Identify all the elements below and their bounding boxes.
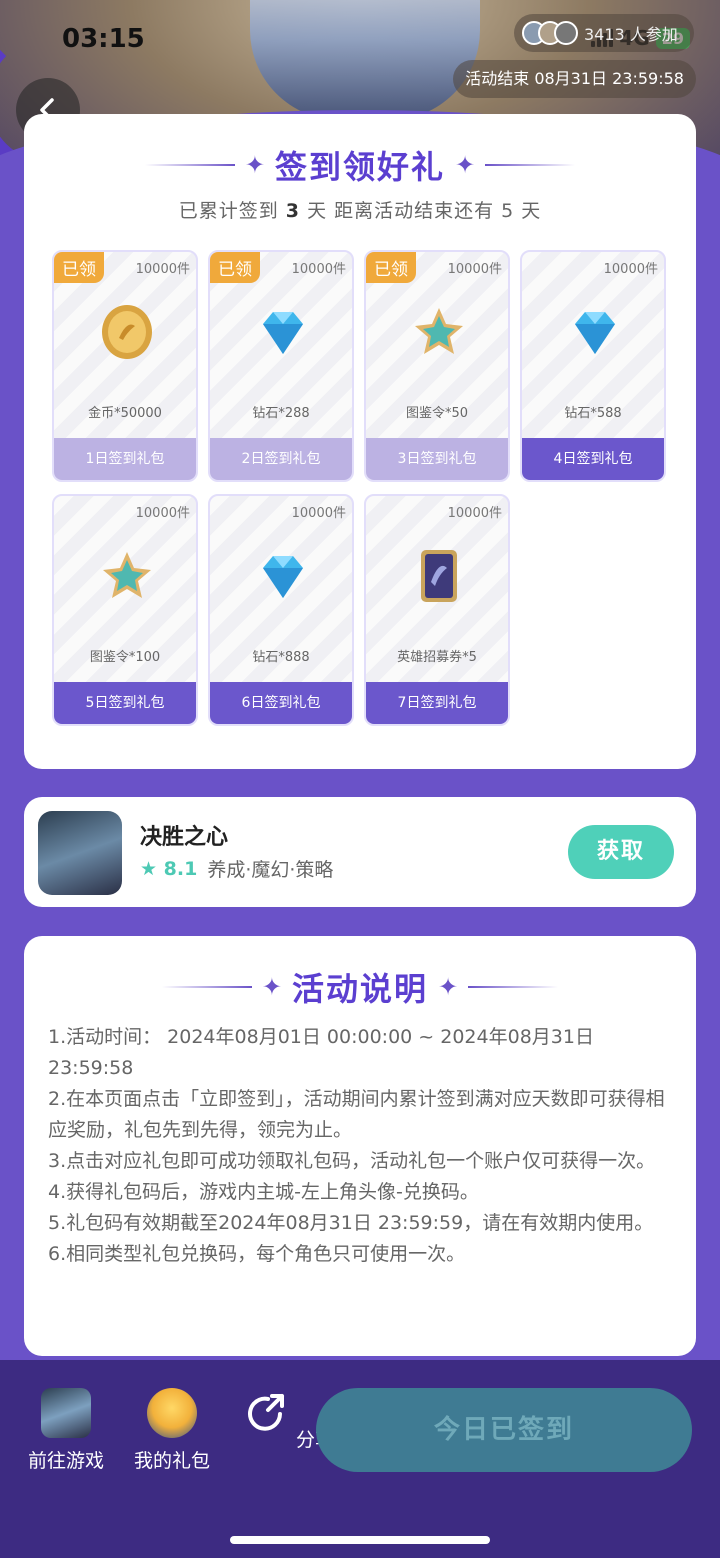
gift-day-4[interactable]: 10000件 钻石*588 4日签到礼包 (520, 250, 666, 482)
gift-label: 1日签到礼包 (54, 438, 196, 480)
gift-label: 6日签到礼包 (210, 682, 352, 724)
gift-quantity: 10000件 (603, 262, 658, 277)
activity-end-badge: 活动结束 08月31日 23:59:58 (453, 60, 696, 98)
rule-item: 3.点击对应礼包即可成功领取礼包码，活动礼包一个账户仅可获得一次。 (48, 1150, 656, 1172)
rules-list: 1.活动时间： 2024年08月01日 00:00:00 ~ 2024年08月3… (48, 1022, 672, 1270)
gift-name: 图鉴令*50 (405, 406, 469, 421)
gold-coin-icon (102, 305, 152, 359)
game-avatar-icon (41, 1388, 91, 1438)
divider (468, 986, 559, 988)
signin-title-row: ✦ 签到领好礼 ✦ (24, 142, 696, 188)
hero-ticket-icon (421, 550, 457, 602)
signin-progress-prefix: 已累计签到 (178, 200, 279, 222)
gift-name: 钻石*888 (252, 650, 310, 665)
rule-item: 1.活动时间： 2024年08月01日 00:00:00 ~ 2024年08月3… (48, 1026, 594, 1079)
avatar (554, 21, 578, 45)
diamond-icon (575, 312, 615, 354)
signin-days-count: 3 (285, 200, 301, 222)
rule-item: 6.相同类型礼包兑换码，每个角色只可使用一次。 (48, 1243, 466, 1265)
rule-item: 4.获得礼包码后，游戏内主城-左上角头像-兑换码。 (48, 1181, 479, 1203)
checked-in-button[interactable]: 今日已签到 (316, 1388, 692, 1472)
gift-name: 钻石*288 (252, 406, 310, 421)
hero-artwork (250, 0, 480, 120)
gift-quantity: 10000件 (447, 506, 502, 521)
home-indicator (230, 1536, 490, 1544)
gift-day-2[interactable]: 已领 10000件 钻石*288 2日签到礼包 (208, 250, 354, 482)
get-game-button[interactable]: 获取 (568, 825, 674, 879)
gift-label: 4日签到礼包 (522, 438, 664, 480)
gift-avatar-icon (147, 1388, 197, 1438)
rule-item: 5.礼包码有效期截至2024年08月31日 23:59:59，请在有效期内使用。 (48, 1212, 654, 1234)
gift-day-7[interactable]: 10000件 英雄招募券*5 7日签到礼包 (364, 494, 510, 726)
sparkle-icon: ✦ (455, 151, 476, 179)
my-gifts-label: 我的礼包 (134, 1450, 211, 1472)
status-time: 03:15 (62, 24, 145, 54)
participants-count: 3413 人参加 (584, 25, 678, 44)
gift-label: 5日签到礼包 (54, 682, 196, 724)
share-icon (248, 1394, 284, 1431)
sparkle-icon: ✦ (244, 151, 265, 179)
sparkle-icon: ✦ (438, 973, 459, 1001)
go-game-label: 前往游戏 (28, 1450, 105, 1472)
gift-quantity: 10000件 (447, 262, 502, 277)
rules-title-row: ✦ 活动说明 ✦ (24, 964, 696, 1010)
gift-day-6[interactable]: 10000件 钻石*888 6日签到礼包 (208, 494, 354, 726)
codex-token-icon (103, 552, 151, 598)
diamond-icon (263, 312, 303, 354)
signin-card: ✦ 签到领好礼 ✦ 已累计签到 3 天 距离活动结束还有 5 天 已领 1000… (24, 114, 696, 769)
gift-name: 金币*50000 (88, 406, 162, 421)
game-rating-value: 8.1 (163, 857, 198, 880)
game-app-icon[interactable] (38, 811, 122, 895)
rule-item: 2.在本页面点击「立即签到」，活动期间内累计签到满对应天数即可获得相应奖励，礼包… (48, 1088, 665, 1141)
gift-label: 2日签到礼包 (210, 438, 352, 480)
go-game-button[interactable]: 前往游戏 (28, 1388, 104, 1473)
sparkle-icon: ✦ (261, 973, 282, 1001)
gift-quantity: 10000件 (135, 506, 190, 521)
game-tags: 养成·魔幻·策略 (207, 859, 334, 881)
gift-day-3[interactable]: 已领 10000件 图鉴令*50 3日签到礼包 (364, 250, 510, 482)
gift-label: 7日签到礼包 (366, 682, 508, 724)
rules-title: 活动说明 (291, 970, 428, 1008)
claimed-tag: 已领 (210, 252, 260, 283)
claimed-tag: 已领 (54, 252, 104, 283)
signin-progress: 已累计签到 3 天 距离活动结束还有 5 天 (24, 196, 696, 223)
claimed-tag: 已领 (366, 252, 416, 283)
game-rating: ★ 8.1 (140, 858, 197, 880)
gift-name: 英雄招募券*5 (397, 650, 477, 665)
my-gifts-button[interactable]: 我的礼包 (134, 1388, 210, 1473)
divider (161, 986, 252, 988)
gift-day-1[interactable]: 已领 10000件 金币*50000 1日签到礼包 (52, 250, 198, 482)
codex-token-icon (415, 308, 463, 354)
signin-progress-suffix: 天 距离活动结束还有 5 天 (307, 200, 542, 222)
divider (144, 164, 235, 166)
signin-title: 签到领好礼 (274, 148, 445, 186)
star-icon: ★ (140, 857, 158, 880)
gift-quantity: 10000件 (291, 506, 346, 521)
game-name: 决胜之心 (140, 825, 229, 850)
diamond-icon (263, 556, 303, 598)
gift-name: 图鉴令*100 (89, 650, 161, 665)
rules-card: ✦ 活动说明 ✦ 1.活动时间： 2024年08月01日 00:00:00 ~ … (24, 936, 696, 1356)
game-meta: ★ 8.1 养成·魔幻·策略 (140, 855, 333, 882)
gift-quantity: 10000件 (135, 262, 190, 277)
divider (485, 164, 576, 166)
bottom-bar: 前往游戏 我的礼包 分享 今日已签到 (0, 1360, 720, 1558)
game-card: 决胜之心 ★ 8.1 养成·魔幻·策略 获取 (24, 797, 696, 907)
gift-day-5[interactable]: 10000件 图鉴令*100 5日签到礼包 (52, 494, 198, 726)
participants-badge: 3413 人参加 (514, 14, 694, 52)
gift-quantity: 10000件 (291, 262, 346, 277)
gift-name: 钻石*588 (564, 406, 622, 421)
gift-label: 3日签到礼包 (366, 438, 508, 480)
